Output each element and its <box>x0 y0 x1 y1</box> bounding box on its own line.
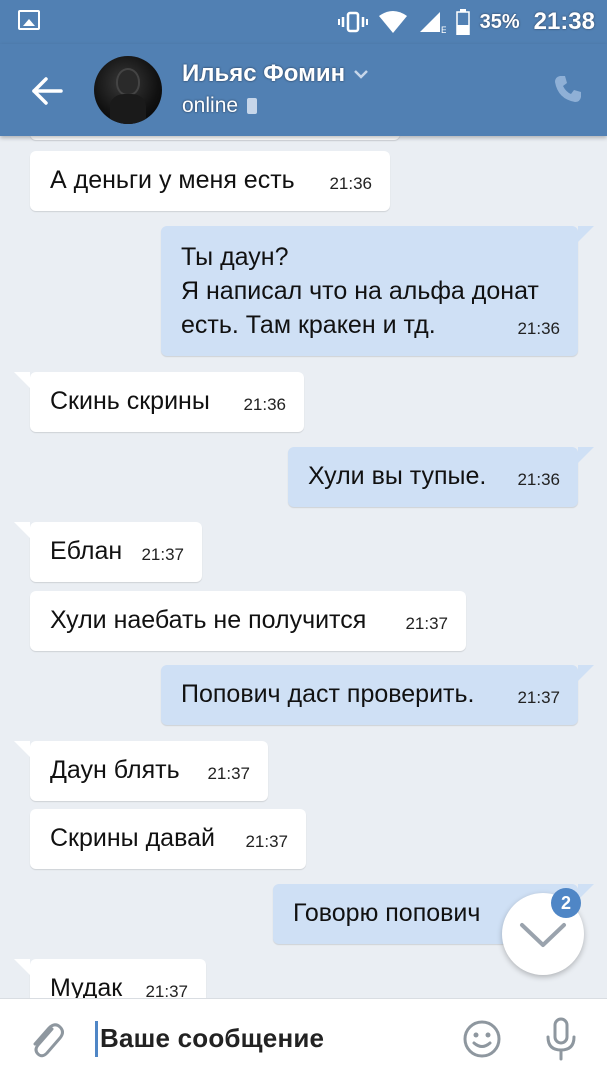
message-text: Даун блять <box>50 756 180 784</box>
message-time: 21:36 <box>329 174 372 193</box>
attach-button[interactable] <box>28 1019 64 1064</box>
message-input-placeholder: Ваше сообщение <box>100 1023 325 1053</box>
message-time: 21:37 <box>245 832 288 851</box>
message-time: 21:36 <box>243 395 286 414</box>
message-time: 21:37 <box>141 545 184 564</box>
mobile-online-icon <box>247 98 258 114</box>
battery-icon <box>455 9 470 35</box>
text-cursor <box>95 1021 98 1057</box>
message-bubble-incoming[interactable]: А деньги у меня есть 21:36 <box>30 151 390 211</box>
status-icons: E 35% 21:38 <box>337 8 595 36</box>
call-button[interactable] <box>553 74 583 109</box>
bubble-tail <box>14 372 30 388</box>
message-text: Попович даст проверить. <box>181 680 475 708</box>
vibrate-icon <box>337 11 368 33</box>
message-bubble-incoming[interactable]: Хули наебать не получится 21:37 <box>30 591 466 651</box>
message-bubble-incoming[interactable]: Даун блять 21:37 <box>30 741 268 801</box>
bubble-tail <box>578 226 594 242</box>
bubble-tail <box>578 447 594 463</box>
bubble-tail <box>14 522 30 538</box>
message-bubble-incoming[interactable]: Еблан 21:37 <box>30 522 202 582</box>
unread-count-badge: 2 <box>551 888 581 918</box>
phone-icon <box>555 76 581 102</box>
message-time: 21:37 <box>517 688 560 707</box>
message-text: Мудак <box>50 974 123 998</box>
gallery-notification-icon <box>18 10 40 30</box>
message-bubble-incoming[interactable]: Мудак 21:37 <box>30 959 206 998</box>
wifi-icon <box>378 11 407 33</box>
message-time: 21:37 <box>145 982 188 998</box>
message-time: 21:36 <box>517 470 560 489</box>
contact-status: online <box>182 94 258 118</box>
message-text: А деньги у меня есть <box>50 166 295 194</box>
status-bar: E 35% 21:38 <box>0 0 607 44</box>
message-list[interactable]: А деньги у меня есть 21:36 Ты даун? Я на… <box>0 136 607 998</box>
voice-message-button[interactable] <box>544 1017 578 1066</box>
message-text: Скрины давай <box>50 824 215 852</box>
arrow-left-icon <box>32 77 63 105</box>
bubble-tail <box>14 959 30 975</box>
microphone-icon <box>546 1017 576 1061</box>
emoji-button[interactable] <box>462 1019 502 1064</box>
online-status-text: online <box>182 94 239 117</box>
chevron-down-icon <box>354 70 368 79</box>
message-time: 21:36 <box>517 319 560 338</box>
message-time: 21:37 <box>405 614 448 633</box>
smiley-icon <box>463 1020 501 1058</box>
message-bubble-partial <box>30 136 400 140</box>
message-text: Хули вы тупые. <box>308 462 487 490</box>
message-bubble-incoming[interactable]: Скинь скрины 21:36 <box>30 372 304 432</box>
contact-avatar[interactable] <box>94 56 162 124</box>
svg-text:E: E <box>441 25 446 34</box>
chat-header: Ильяс Фомин online <box>0 44 607 136</box>
message-text: Скинь скрины <box>50 387 210 415</box>
clock: 21:38 <box>533 8 595 35</box>
message-text: Хули наебать не получится <box>50 606 367 634</box>
bubble-tail <box>578 884 594 900</box>
signal-icon: E <box>419 12 446 34</box>
contact-name-text: Ильяс Фомин <box>182 60 346 87</box>
message-composer: Ваше сообщение <box>0 998 607 1080</box>
message-time: 21:37 <box>207 764 250 783</box>
chevron-down-icon <box>520 923 566 947</box>
contact-name[interactable]: Ильяс Фомин <box>182 60 369 88</box>
message-bubble-incoming[interactable]: Скрины давай 21:37 <box>30 809 306 869</box>
message-bubble-outgoing[interactable]: Ты даун? Я написал что на альфа донат ес… <box>161 226 578 356</box>
message-text: Ты даун? Я написал что на альфа донат ес… <box>181 243 539 339</box>
bubble-tail <box>578 665 594 681</box>
message-text: Говорю попович <box>293 899 481 927</box>
message-bubble-outgoing[interactable]: Попович даст проверить. 21:37 <box>161 665 578 725</box>
bubble-tail <box>14 741 30 757</box>
battery-percent: 35% <box>479 10 520 33</box>
message-text: Еблан <box>50 537 123 565</box>
paperclip-icon <box>33 1023 64 1058</box>
message-bubble-outgoing[interactable]: Хули вы тупые. 21:36 <box>288 447 578 507</box>
back-button[interactable] <box>24 68 70 114</box>
